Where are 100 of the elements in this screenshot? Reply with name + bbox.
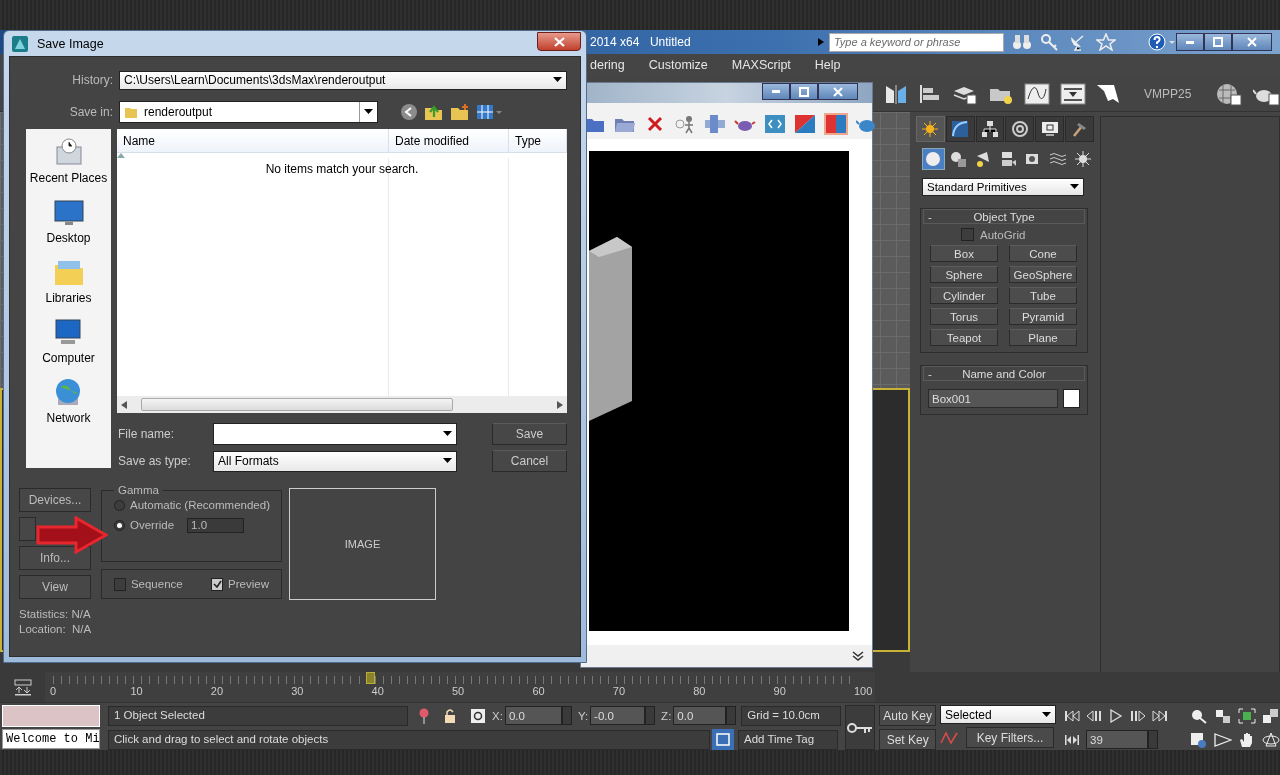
listener-field[interactable] xyxy=(2,705,100,727)
play-icon[interactable] xyxy=(1108,708,1124,723)
frame-field[interactable]: 39 xyxy=(1086,730,1148,749)
dropdown-arrow-icon[interactable] xyxy=(443,431,452,437)
place-item[interactable]: Libraries xyxy=(45,257,92,317)
checkbox[interactable] xyxy=(114,577,126,591)
checkbox[interactable] xyxy=(961,228,974,241)
panel-tab[interactable] xyxy=(1035,116,1065,142)
radio-button[interactable] xyxy=(114,499,125,511)
file-type-dropdown[interactable]: All Formats xyxy=(213,450,457,472)
file-list[interactable]: Name Date modified Type No items match your search. xyxy=(117,129,567,413)
primitive-button[interactable]: Cone xyxy=(1009,245,1077,262)
magnifier-icon[interactable] xyxy=(1190,707,1208,724)
binoculars-icon[interactable] xyxy=(1012,33,1032,51)
key-mode-icon[interactable] xyxy=(1064,732,1080,747)
radio-button[interactable] xyxy=(114,519,125,531)
chevron-down-icon[interactable] xyxy=(852,651,864,661)
primitive-button[interactable]: Teapot xyxy=(930,329,998,346)
place-item[interactable]: Network xyxy=(46,377,91,437)
panel-tab[interactable] xyxy=(1005,116,1035,142)
save-in-dropdown[interactable]: renderoutput xyxy=(119,101,378,123)
key-filters-button[interactable]: Key Filters... xyxy=(966,727,1054,748)
primitive-button[interactable]: Cylinder xyxy=(930,287,998,304)
side-button[interactable]: View xyxy=(19,575,91,599)
minimize-button[interactable] xyxy=(762,83,790,100)
star-icon[interactable] xyxy=(1096,33,1116,51)
menu-item[interactable]: dering xyxy=(590,58,625,72)
step-forward-icon[interactable] xyxy=(1130,708,1146,723)
triangle-icon[interactable] xyxy=(1214,731,1232,748)
z-field[interactable]: 0.0 xyxy=(673,706,727,725)
close-button[interactable] xyxy=(818,83,858,100)
orbit-icon[interactable] xyxy=(1262,731,1280,748)
column-header[interactable]: Date modified xyxy=(389,129,509,152)
category-button[interactable] xyxy=(922,148,945,170)
primitive-button[interactable]: Torus xyxy=(930,308,998,325)
search-field[interactable]: Type a keyword or phrase xyxy=(828,32,1004,52)
checker-sphere-icon[interactable] xyxy=(1215,81,1244,106)
close-button[interactable] xyxy=(537,32,581,51)
camera-view-icon[interactable] xyxy=(1190,731,1208,748)
y-field[interactable]: -0.0 xyxy=(590,706,646,725)
menu-item[interactable]: Help xyxy=(814,58,841,72)
panel-tab[interactable] xyxy=(975,116,1005,142)
time-slider-thumb[interactable] xyxy=(365,672,375,684)
panel-tab[interactable] xyxy=(945,116,975,142)
category-dropdown[interactable]: Standard Primitives xyxy=(922,178,1084,196)
horizontal-scrollbar[interactable] xyxy=(117,396,567,413)
color-swatch[interactable] xyxy=(1063,389,1080,408)
primitive-button[interactable]: Box xyxy=(930,245,998,262)
cancel-button[interactable]: Cancel xyxy=(492,450,567,472)
channel-icon[interactable] xyxy=(764,114,786,134)
column-header[interactable]: Name xyxy=(117,129,389,152)
dropdown-arrow-icon[interactable] xyxy=(364,109,373,115)
skip-start-icon[interactable] xyxy=(1064,708,1080,723)
time-tag-icon[interactable] xyxy=(712,729,734,750)
rollout-header[interactable]: - Name and Color xyxy=(923,366,1085,381)
new-folder-icon[interactable] xyxy=(450,103,470,121)
shape-icon[interactable] xyxy=(1096,82,1120,105)
back-icon[interactable] xyxy=(400,103,418,121)
primitive-button[interactable]: Plane xyxy=(1009,329,1077,346)
figure-icon[interactable] xyxy=(674,114,696,134)
panel-icon[interactable] xyxy=(1060,82,1086,105)
x-field[interactable]: 0.0 xyxy=(504,706,562,725)
file-name-field[interactable] xyxy=(213,423,457,445)
timeline-settings-icon[interactable] xyxy=(12,678,33,696)
dropdown-arrow-icon[interactable] xyxy=(553,77,562,83)
place-item[interactable]: Desktop xyxy=(46,197,91,257)
auto-key-button[interactable]: Auto Key xyxy=(879,705,936,726)
expand-icon[interactable] xyxy=(816,37,825,47)
up-folder-icon[interactable] xyxy=(424,103,444,121)
transform-mode-icon[interactable] xyxy=(470,707,486,724)
minimize-button[interactable] xyxy=(1176,33,1204,51)
key-icon[interactable] xyxy=(1040,33,1060,51)
name-field[interactable]: Box001 xyxy=(928,389,1058,408)
save-button[interactable]: Save xyxy=(492,423,567,445)
place-item[interactable]: Computer xyxy=(42,317,95,377)
mirror-icon[interactable] xyxy=(884,82,908,105)
timeline-track[interactable]: 0 10 20 30 40 50 60 70 80 90 100 xyxy=(45,672,875,702)
place-item[interactable]: Recent Places xyxy=(29,137,108,197)
add-time-tag-field[interactable]: Add Time Tag xyxy=(738,729,838,750)
close-button[interactable] xyxy=(1232,33,1272,51)
key-button[interactable] xyxy=(845,705,876,750)
menu-item[interactable]: Customize xyxy=(648,58,708,72)
help-icon[interactable] xyxy=(1148,33,1176,51)
dropdown-arrow-icon[interactable] xyxy=(443,458,452,464)
rollout-header[interactable]: - Object Type xyxy=(923,209,1085,224)
crop-icon[interactable] xyxy=(704,114,726,134)
menu-item[interactable]: MAXScript xyxy=(731,58,791,72)
maximize-button[interactable] xyxy=(790,83,818,100)
dropdown-arrow-icon[interactable] xyxy=(1070,184,1079,190)
side-button[interactable]: Info... xyxy=(19,546,91,570)
graph-icon[interactable] xyxy=(1024,82,1050,105)
set-key-button[interactable]: Set Key xyxy=(879,729,936,750)
column-header[interactable]: Type xyxy=(509,129,567,152)
ab-compare-icon[interactable] xyxy=(794,114,816,134)
cubes-icon[interactable] xyxy=(1262,707,1280,724)
step-back-icon[interactable] xyxy=(1086,708,1102,723)
cubes-icon[interactable] xyxy=(1214,707,1232,724)
history-dropdown[interactable]: C:\Users\Learn\Documents\3dsMax\renderoutput xyxy=(119,70,567,90)
key-mode-dropdown[interactable]: Selected xyxy=(940,705,1056,724)
checkbox[interactable] xyxy=(211,577,224,591)
